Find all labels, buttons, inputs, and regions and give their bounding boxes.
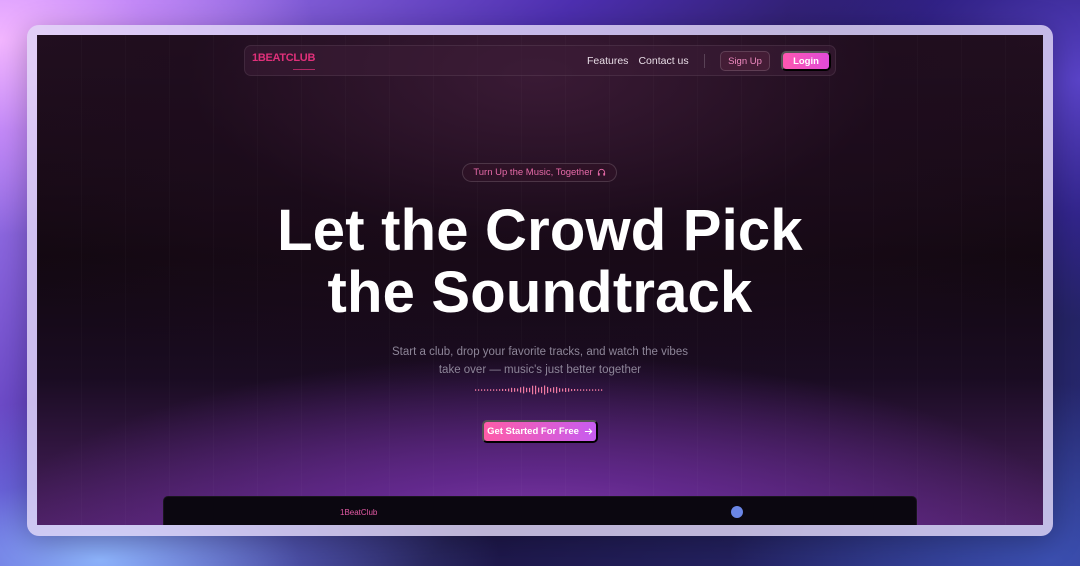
waveform-bar <box>583 389 585 391</box>
waveform-bar <box>520 387 522 393</box>
login-button[interactable]: Login <box>781 51 831 71</box>
waveform-bar <box>487 389 489 391</box>
waveform-bar <box>481 389 483 391</box>
waveform-bar <box>496 389 498 391</box>
waveform-bar <box>541 386 543 394</box>
waveform-bar <box>499 389 501 391</box>
preview-logo: 1BeatClub <box>340 508 378 517</box>
waveform-icon <box>475 385 603 395</box>
waveform-bar <box>577 389 579 391</box>
preview-avatar <box>731 506 743 518</box>
waveform-bar <box>568 388 570 392</box>
nav-divider <box>704 54 705 68</box>
waveform-bar <box>601 389 603 391</box>
waveform-bar <box>508 388 510 392</box>
waveform-bar <box>565 388 567 392</box>
waveform-bar <box>598 389 600 391</box>
app-preview-panel: 1BeatClub <box>163 496 917 525</box>
browser-frame: 1BEATCLUB Features Contact us Sign Up Lo… <box>27 25 1053 536</box>
nav-link-contact[interactable]: Contact us <box>638 55 688 67</box>
waveform-bar <box>493 389 495 391</box>
waveform-bar <box>580 389 582 391</box>
waveform-bar <box>556 386 558 394</box>
headline-line-1: Let the Crowd Pick <box>277 198 803 263</box>
waveform-bar <box>478 389 480 391</box>
nav-link-features[interactable]: Features <box>587 55 628 67</box>
waveform-bar <box>529 387 531 393</box>
waveform-bar <box>526 387 528 393</box>
top-navbar: 1BEATCLUB Features Contact us Sign Up Lo… <box>244 45 836 76</box>
waveform-bar <box>502 388 504 391</box>
subtitle-line-2: take over — music's just better together <box>438 364 642 376</box>
waveform-bar <box>535 385 537 395</box>
waveform-bar <box>523 386 525 394</box>
get-started-label: Get Started For Free <box>487 426 579 437</box>
waveform-bar <box>559 388 561 392</box>
brand-logo[interactable]: 1BEATCLUB <box>252 52 315 64</box>
hero-subtitle: Start a club, drop your favorite tracks,… <box>37 343 1043 379</box>
waveform-bar <box>562 388 564 392</box>
app-screen: 1BEATCLUB Features Contact us Sign Up Lo… <box>37 35 1043 525</box>
subtitle-line-1: Start a club, drop your favorite tracks,… <box>392 346 688 358</box>
waveform-bar <box>547 386 549 394</box>
signup-button[interactable]: Sign Up <box>720 51 770 71</box>
waveform-bar <box>490 389 492 391</box>
waveform-bar <box>574 389 576 391</box>
waveform-bar <box>514 388 516 392</box>
arrow-right-icon <box>584 428 593 435</box>
waveform-bar <box>592 389 594 391</box>
waveform-bar <box>544 385 546 395</box>
nav-links: Features Contact us <box>587 55 689 67</box>
hero-headline: Let the Crowd Pick the Soundtrack <box>37 200 1043 324</box>
waveform-bar <box>538 387 540 393</box>
waveform-bar <box>550 388 552 392</box>
waveform-bar <box>553 387 555 393</box>
headline-line-2: the Soundtrack <box>327 260 753 325</box>
hero-badge: Turn Up the Music, Together <box>462 163 617 182</box>
logo-underline <box>293 69 315 70</box>
headphones-icon <box>597 168 605 176</box>
get-started-button[interactable]: Get Started For Free <box>482 420 598 443</box>
waveform-bar <box>595 389 597 391</box>
hero-badge-text: Turn Up the Music, Together <box>473 167 593 178</box>
waveform-bar <box>511 387 513 393</box>
waveform-bar <box>589 389 591 391</box>
waveform-bar <box>475 389 477 391</box>
waveform-bar <box>586 389 588 391</box>
waveform-bar <box>517 388 519 392</box>
waveform-bar <box>484 389 486 391</box>
waveform-bar <box>505 389 507 391</box>
waveform-bar <box>532 385 534 395</box>
waveform-bar <box>571 389 573 392</box>
